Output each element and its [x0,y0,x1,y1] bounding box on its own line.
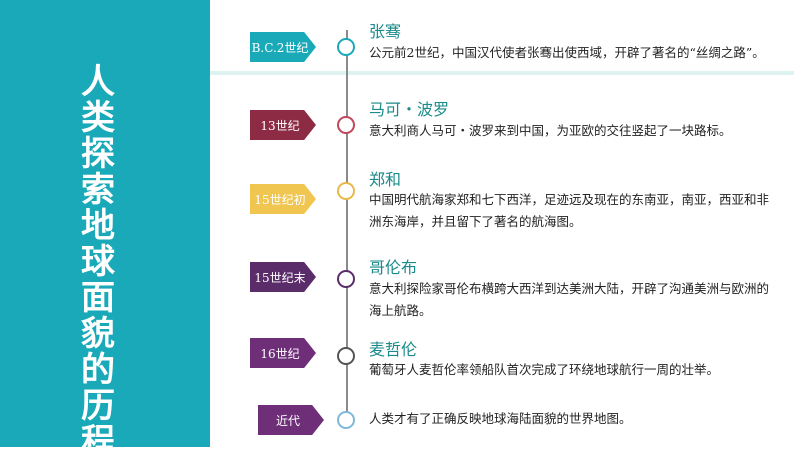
era-badge: 近代 [258,405,324,435]
timeline-line [346,30,348,425]
title-char: 面 [81,278,115,318]
header-divider [210,71,794,75]
title-char: 球 [81,242,115,282]
title-char: 索 [81,170,115,210]
event-description: 意大利探险家哥伦布横跨大西洋到达美洲大陆，开辟了沟通美洲与欧洲的海上航路。 [369,281,770,318]
timeline-node [337,116,355,134]
title-char: 类 [81,98,115,138]
event-name: 张骞 [369,22,402,41]
page-title: 人 类 探 索 地 球 面 貌 的 历 程 [78,64,118,460]
era-label: 15世纪初 [254,192,306,207]
title-char: 貌 [81,314,115,354]
era-badge: B.C.2世纪 [250,32,316,62]
timeline-node [337,411,355,429]
event-description: 中国明代航海家郑和七下西洋，足迹远及现在的东南亚，南亚，西亚和非洲东海岸，并且留… [369,192,770,229]
era-badge: 16世纪 [250,338,316,368]
event-name: 哥伦布 [369,258,418,277]
era-badge: 15世纪初 [250,184,316,214]
event-name: 马可・波罗 [369,100,450,119]
sidebar-panel: 人 类 探 索 地 球 面 貌 的 历 程 [0,0,210,460]
event-name: 郑和 [369,170,402,189]
era-badge: 15世纪末 [250,262,316,292]
title-char: 历 [81,386,115,426]
title-char: 程 [81,422,115,462]
event-description: 人类才有了正确反映地球海陆面貌的世界地图。 [369,411,632,426]
title-char: 地 [81,206,115,246]
event-name: 麦哲伦 [369,340,418,359]
era-label: 近代 [275,413,300,428]
era-label: 16世纪 [260,346,300,361]
title-char: 探 [81,134,115,174]
timeline-node [337,347,355,365]
title-char: 的 [81,350,115,390]
title-char: 人 [81,62,115,102]
era-badge: 13世纪 [250,110,316,140]
era-label: 15世纪末 [254,270,306,285]
era-label: 13世纪 [260,118,300,133]
event-description: 葡萄牙人麦哲伦率领船队首次完成了环绕地球航行一周的壮举。 [369,362,720,377]
timeline-node [337,38,355,56]
event-description: 公元前2世纪，中国汉代使者张骞出使西域，开辟了著名的“丝绸之路”。 [369,45,765,60]
timeline-node [337,270,355,288]
event-description: 意大利商人马可・波罗来到中国，为亚欧的交往竖起了一块路标。 [369,123,732,138]
era-label: B.C.2世纪 [251,40,309,55]
timeline-node [337,182,355,200]
